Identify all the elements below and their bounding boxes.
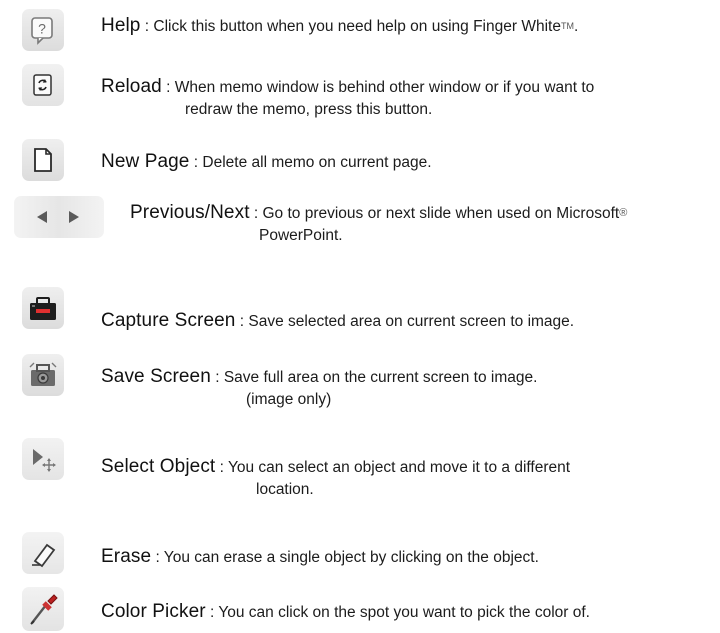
previous-next-description-line2: PowerPoint. xyxy=(259,227,343,244)
capture-screen-icon xyxy=(30,297,56,320)
save-screen-button[interactable] xyxy=(22,354,64,396)
select-object-label: Select Object xyxy=(101,456,216,477)
save-screen-label: Save Screen xyxy=(101,366,211,387)
select-object-button[interactable] xyxy=(22,438,64,480)
erase-button[interactable] xyxy=(22,532,64,574)
save-screen-description: Save full area on the current screen to … xyxy=(223,369,538,386)
reload-button[interactable] xyxy=(22,64,64,106)
help-icon: ? xyxy=(31,17,53,45)
save-screen-icon xyxy=(29,362,57,386)
trademark: TM xyxy=(560,21,574,31)
color-picker-button[interactable] xyxy=(22,587,64,631)
reload-label: Reload xyxy=(101,76,162,97)
help-description-end: . xyxy=(573,18,579,35)
previous-next-label: Previous/Next xyxy=(130,202,250,223)
save-screen-description-line2: (image only) xyxy=(246,391,332,408)
reload-description: When memo window is behind other window … xyxy=(174,79,595,96)
capture-screen-button[interactable] xyxy=(22,287,64,329)
select-object-description: You can select an object and move it to … xyxy=(227,459,571,476)
eraser-icon xyxy=(32,543,56,568)
help-description: Click this button when you need help on … xyxy=(153,18,561,35)
previous-next-arrows-icon xyxy=(37,211,79,223)
reload-icon xyxy=(33,74,52,96)
previous-next-description: Go to previous or next slide when used o… xyxy=(262,205,620,222)
capture-screen-label: Capture Screen xyxy=(101,310,236,331)
select-object-description-line2: location. xyxy=(256,481,314,498)
registered-mark: ® xyxy=(619,207,628,219)
new-page-label: New Page xyxy=(101,151,190,172)
new-page-button[interactable] xyxy=(22,139,64,181)
color-picker-label: Color Picker xyxy=(101,601,206,622)
erase-description: You can erase a single object by clickin… xyxy=(163,549,539,566)
capture-screen-description: Save selected area on current screen to … xyxy=(248,313,575,330)
reload-description-line2: redraw the memo, press this button. xyxy=(185,101,433,118)
previous-next-buttons[interactable] xyxy=(14,196,104,238)
new-page-description: Delete all memo on current page. xyxy=(202,154,432,171)
help-label: Help xyxy=(101,15,141,36)
svg-text:?: ? xyxy=(38,21,46,37)
select-object-icon xyxy=(33,449,56,472)
new-page-icon xyxy=(34,148,52,172)
erase-label: Erase xyxy=(101,546,152,567)
color-picker-description: You can click on the spot you want to pi… xyxy=(218,604,590,621)
help-button[interactable]: ? xyxy=(22,9,64,51)
color-picker-icon xyxy=(30,594,58,625)
